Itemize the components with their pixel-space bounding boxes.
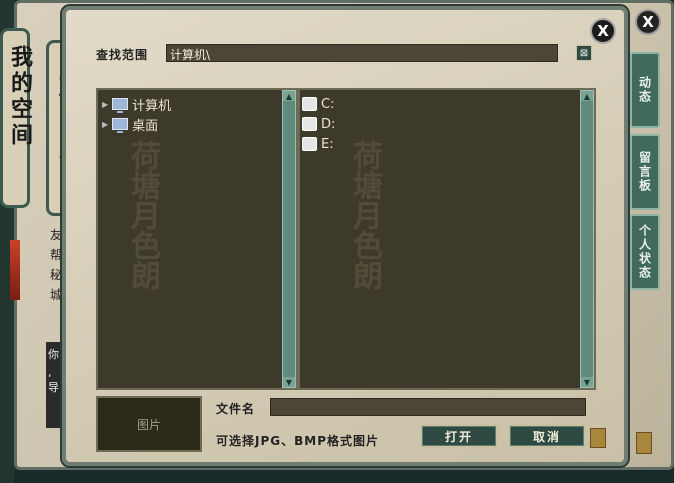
bg-fragment-7: 导 bbox=[48, 381, 59, 394]
tab-personal-status[interactable]: 个人状态 bbox=[630, 214, 660, 290]
tree-item-computer-label: 计算机 bbox=[132, 98, 172, 114]
cancel-button[interactable]: 取消 bbox=[508, 424, 586, 448]
drive-item-d-label: D: bbox=[321, 116, 336, 132]
tab-dynamic[interactable]: 动态 bbox=[630, 52, 660, 128]
bg-fragment-1: 友 bbox=[50, 228, 63, 242]
calligraphy-watermark-left: 荷塘月色朗 bbox=[125, 140, 160, 290]
file-list-scrollbar[interactable]: ▲ ▼ bbox=[580, 90, 594, 388]
drive-icon bbox=[302, 97, 317, 111]
drive-item-e-label: E: bbox=[321, 136, 334, 152]
dialog-close-button[interactable]: X bbox=[590, 18, 616, 44]
bg-fragment-3: 秘 bbox=[50, 268, 63, 282]
scroll-my-space[interactable]: 我的空间 bbox=[0, 28, 33, 208]
bg-sidebar-dark: 你 , 导 bbox=[46, 342, 62, 428]
bg-fragment-5: 你 bbox=[48, 348, 59, 361]
tree-scrollbar[interactable]: ▲ ▼ bbox=[282, 90, 296, 388]
corner-seal-icon bbox=[636, 432, 652, 454]
scroll-up-arrow-icon[interactable]: ▲ bbox=[283, 91, 295, 101]
tassel-left bbox=[10, 240, 20, 300]
scroll-down-arrow-icon[interactable]: ▼ bbox=[283, 377, 295, 387]
calligraphy-watermark-right: 荷塘月色朗 bbox=[347, 140, 382, 290]
search-range-label: 查找范围 bbox=[96, 48, 149, 62]
image-preview: 图片 bbox=[96, 396, 202, 452]
image-preview-label: 图片 bbox=[136, 417, 161, 432]
drive-icon bbox=[302, 117, 317, 131]
bg-fragment-6: , bbox=[48, 366, 52, 379]
drive-icon bbox=[302, 137, 317, 151]
desktop-icon bbox=[112, 118, 129, 133]
format-hint: 可选择JPG、BMP格式图片 bbox=[216, 434, 379, 448]
drive-item-c[interactable]: C: bbox=[302, 94, 335, 114]
scroll-my-space-label: 我的空间 bbox=[7, 45, 33, 149]
tab-message-board[interactable]: 留言板 bbox=[630, 134, 660, 210]
scroll-up-arrow-icon[interactable]: ▲ bbox=[581, 91, 593, 101]
computer-icon bbox=[112, 98, 129, 113]
file-open-dialog: X 查找范围 计算机\ ⊠ 荷塘月色朗 ▶ 计算机 ▶ 桌面 ▲ ▼ 荷塘月色朗 bbox=[62, 6, 628, 466]
drive-item-c-label: C: bbox=[321, 96, 335, 112]
search-range-field[interactable]: 计算机\ bbox=[166, 44, 558, 62]
bg-fragment-2: 帮 bbox=[50, 248, 63, 262]
open-button[interactable]: 打开 bbox=[420, 424, 498, 448]
file-list-panel[interactable]: 荷塘月色朗 C: D: E: ▲ ▼ bbox=[298, 88, 596, 390]
drive-item-e[interactable]: E: bbox=[302, 134, 335, 154]
filename-input[interactable] bbox=[270, 398, 586, 416]
expand-arrow-icon[interactable]: ▶ bbox=[102, 120, 108, 129]
drive-item-d[interactable]: D: bbox=[302, 114, 335, 134]
bg-fragment-4: 城 bbox=[50, 288, 63, 302]
up-folder-icon[interactable]: ⊠ bbox=[576, 45, 592, 61]
tree-item-desktop[interactable]: ▶ 桌面 bbox=[102, 114, 171, 134]
tree-item-computer[interactable]: ▶ 计算机 bbox=[102, 94, 171, 114]
tree-list: ▶ 计算机 ▶ 桌面 bbox=[102, 94, 171, 134]
tree-item-desktop-label: 桌面 bbox=[132, 118, 159, 134]
drive-list: C: D: E: bbox=[302, 94, 335, 154]
folder-tree-panel[interactable]: 荷塘月色朗 ▶ 计算机 ▶ 桌面 ▲ ▼ bbox=[96, 88, 298, 390]
filename-label: 文件名 bbox=[216, 402, 256, 416]
seal-stamp-icon bbox=[590, 428, 606, 448]
scroll-down-arrow-icon[interactable]: ▼ bbox=[581, 377, 593, 387]
background-close-button[interactable]: X bbox=[635, 9, 661, 35]
expand-arrow-icon[interactable]: ▶ bbox=[102, 100, 108, 109]
